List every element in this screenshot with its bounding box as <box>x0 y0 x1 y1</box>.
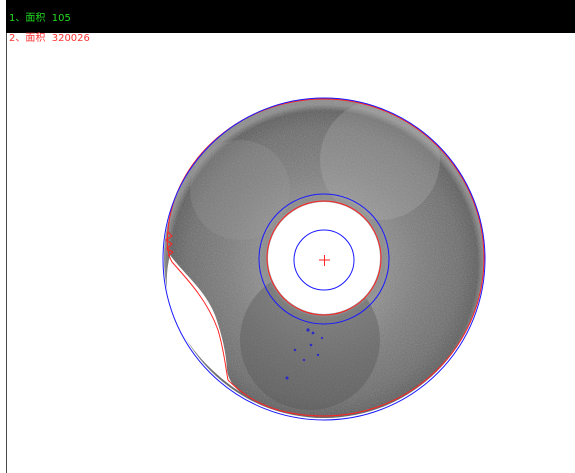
image-viewer-canvas[interactable] <box>0 0 575 473</box>
area-label-1: 1、面积 105 <box>9 13 71 24</box>
area-label-2: 2、面积 320026 <box>9 33 90 44</box>
